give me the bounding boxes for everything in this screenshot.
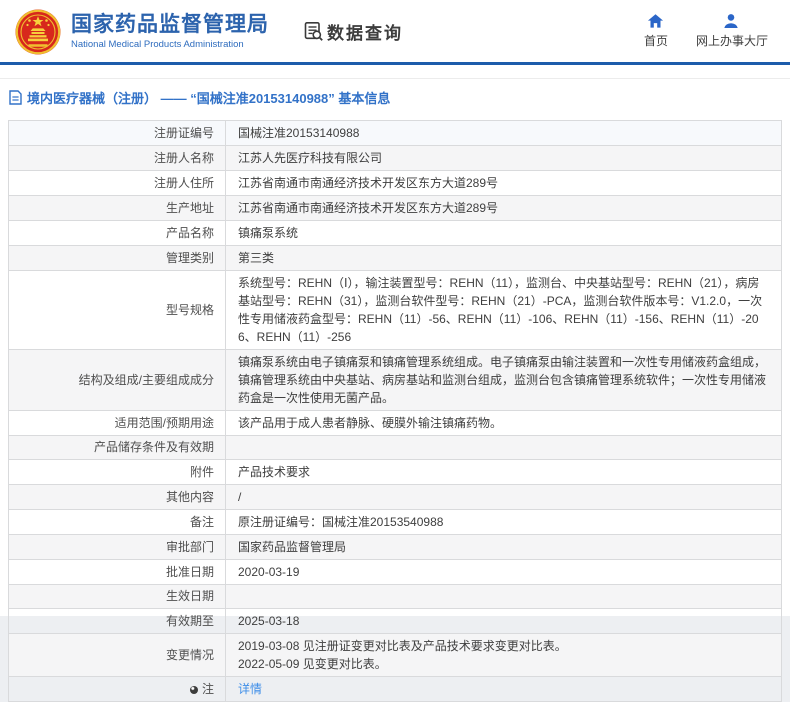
row-label: 注 (9, 677, 226, 702)
data-query-icon (303, 21, 324, 42)
detail-link[interactable]: 详情 (238, 682, 262, 696)
table-row: 注册人住所江苏省南通市南通经济技术开发区东方大道289号 (9, 171, 782, 196)
row-value: / (226, 485, 782, 510)
row-label: 结构及组成/主要组成成分 (9, 350, 226, 411)
page: 国家药品监督管理局 National Medical Products Admi… (0, 0, 790, 616)
row-value: 产品技术要求 (226, 460, 782, 485)
row-label: 生效日期 (9, 585, 226, 609)
note-bullet-icon (190, 686, 198, 694)
breadcrumb-text: 境内医疗器械（注册） —— “国械注准20153140988” 基本信息 (27, 88, 390, 107)
row-value: 江苏省南通市南通经济技术开发区东方大道289号 (226, 171, 782, 196)
nmpa-emblem-logo (14, 8, 62, 56)
row-value: 2019-03-08 见注册证变更对比表及产品技术要求变更对比表。 2022-0… (226, 634, 782, 677)
table-row: 生产地址江苏省南通市南通经济技术开发区东方大道289号 (9, 196, 782, 221)
row-label: 变更情况 (9, 634, 226, 677)
row-value: 2025-03-18 (226, 609, 782, 634)
row-value: 镇痛泵系统 (226, 221, 782, 246)
content-panel: 境内医疗器械（注册） —— “国械注准20153140988” 基本信息 注册证… (0, 78, 790, 702)
row-label: 审批部门 (9, 535, 226, 560)
row-label: 生产地址 (9, 196, 226, 221)
row-label: 其他内容 (9, 485, 226, 510)
row-label: 备注 (9, 510, 226, 535)
table-row: 注册证编号国械注准20153140988 (9, 121, 782, 146)
nav-service-hall[interactable]: 网上办事大厅 (696, 13, 768, 49)
table-row: 型号规格系统型号：REHN（Ⅰ），输注装置型号：REHN（11），监测台、中央基… (9, 271, 782, 350)
document-icon (9, 90, 22, 105)
user-icon (723, 13, 740, 29)
row-value: 第三类 (226, 246, 782, 271)
table-row: 批准日期2020-03-19 (9, 560, 782, 585)
nav-home-label: 首页 (644, 32, 668, 49)
row-label: 批准日期 (9, 560, 226, 585)
row-value (226, 436, 782, 460)
table-row: 其他内容/ (9, 485, 782, 510)
data-query-label: 数据查询 (327, 19, 403, 44)
nav-home[interactable]: 首页 (644, 13, 668, 49)
row-label: 附件 (9, 460, 226, 485)
breadcrumb: 境内医疗器械（注册） —— “国械注准20153140988” 基本信息 (0, 79, 790, 117)
row-value: 2020-03-19 (226, 560, 782, 585)
row-label: 产品储存条件及有效期 (9, 436, 226, 460)
agency-title: 国家药品监督管理局 (71, 13, 269, 37)
table-row: 适用范围/预期用途该产品用于成人患者静脉、硬膜外输注镇痛药物。 (9, 411, 782, 436)
site-header: 国家药品监督管理局 National Medical Products Admi… (0, 0, 790, 65)
row-value: 国家药品监督管理局 (226, 535, 782, 560)
table-row: 结构及组成/主要组成成分镇痛泵系统由电子镇痛泵和镇痛管理系统组成。电子镇痛泵由输… (9, 350, 782, 411)
row-label: 有效期至 (9, 609, 226, 634)
row-label: 管理类别 (9, 246, 226, 271)
row-label: 产品名称 (9, 221, 226, 246)
table-row: 有效期至2025-03-18 (9, 609, 782, 634)
agency-subtitle: National Medical Products Administration (71, 39, 269, 50)
table-row: 注详情 (9, 677, 782, 702)
table-row: 生效日期 (9, 585, 782, 609)
row-value: 江苏人先医疗科技有限公司 (226, 146, 782, 171)
row-value: 该产品用于成人患者静脉、硬膜外输注镇痛药物。 (226, 411, 782, 436)
home-icon (647, 13, 664, 29)
row-value: 原注册证编号：国械注准20153540988 (226, 510, 782, 535)
row-label: 注册人名称 (9, 146, 226, 171)
agency-title-block: 国家药品监督管理局 National Medical Products Admi… (71, 13, 269, 50)
row-label: 注册证编号 (9, 121, 226, 146)
row-value: 国械注准20153140988 (226, 121, 782, 146)
table-row: 注册人名称江苏人先医疗科技有限公司 (9, 146, 782, 171)
data-query-tab[interactable]: 数据查询 (303, 19, 403, 44)
table-row: 附件产品技术要求 (9, 460, 782, 485)
table-row: 变更情况2019-03-08 见注册证变更对比表及产品技术要求变更对比表。 20… (9, 634, 782, 677)
row-value: 系统型号：REHN（Ⅰ），输注装置型号：REHN（11），监测台、中央基站型号：… (226, 271, 782, 350)
table-row: 产品储存条件及有效期 (9, 436, 782, 460)
table-row: 审批部门国家药品监督管理局 (9, 535, 782, 560)
registration-detail-table: 注册证编号国械注准20153140988注册人名称江苏人先医疗科技有限公司注册人… (8, 120, 782, 702)
nav-service-hall-label: 网上办事大厅 (696, 32, 768, 49)
row-value: 镇痛泵系统由电子镇痛泵和镇痛管理系统组成。电子镇痛泵由输注装置和一次性专用储液药… (226, 350, 782, 411)
row-value: 江苏省南通市南通经济技术开发区东方大道289号 (226, 196, 782, 221)
row-label: 注册人住所 (9, 171, 226, 196)
top-nav: 首页 网上办事大厅 (644, 13, 776, 49)
row-label: 适用范围/预期用途 (9, 411, 226, 436)
row-value: 详情 (226, 677, 782, 702)
row-value (226, 585, 782, 609)
table-row: 管理类别第三类 (9, 246, 782, 271)
table-row: 备注原注册证编号：国械注准20153540988 (9, 510, 782, 535)
table-row: 产品名称镇痛泵系统 (9, 221, 782, 246)
row-label: 型号规格 (9, 271, 226, 350)
